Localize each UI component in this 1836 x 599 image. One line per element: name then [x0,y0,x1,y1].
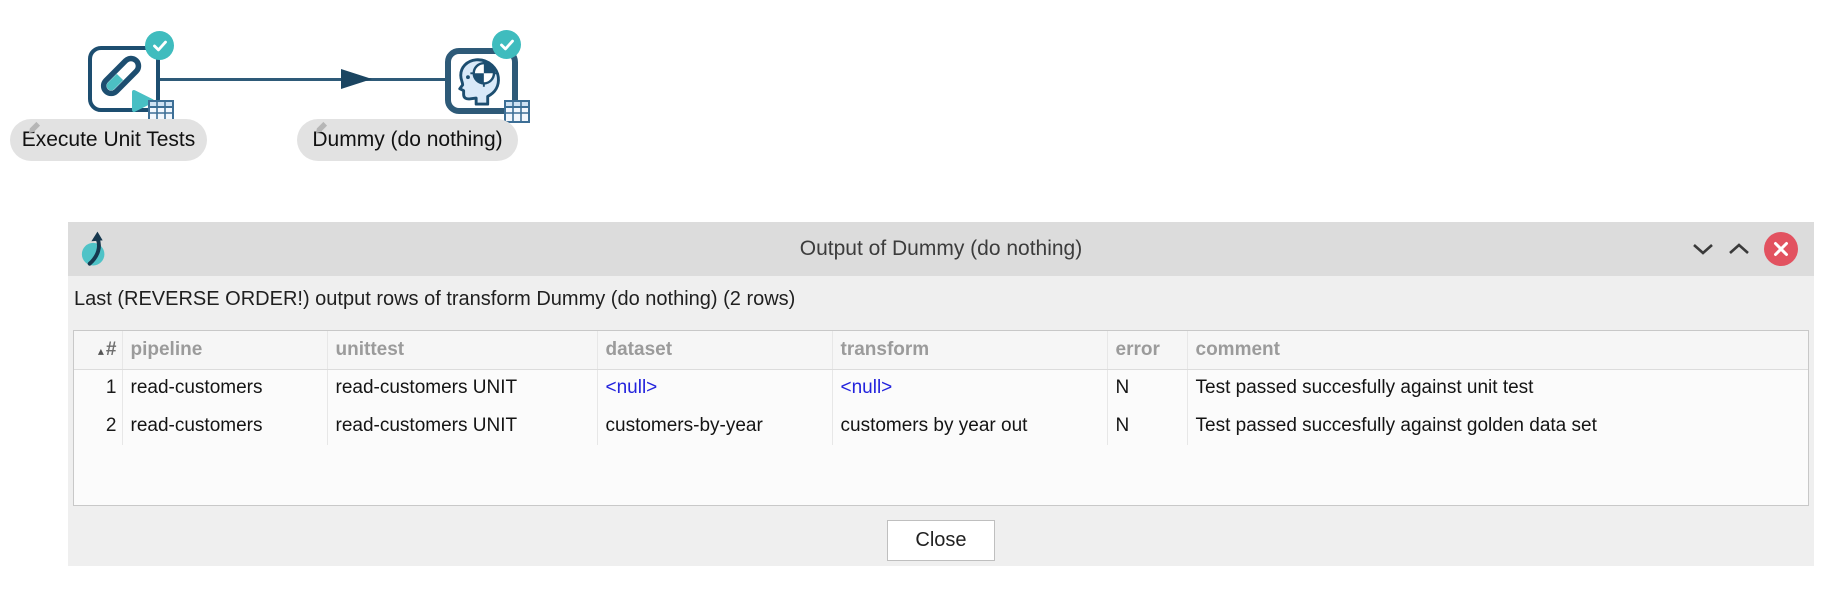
connection-arrow-icon [341,69,372,89]
cell-pipeline: read-customers [122,407,327,445]
dialog-title: Output of Dummy (do nothing) [68,237,1814,261]
column-header-pipeline[interactable]: pipeline [122,331,327,369]
cell-error: N [1107,369,1187,407]
column-header-rownum[interactable]: ▴# [74,331,122,369]
output-dialog: Output of Dummy (do nothing) Last (REVER… [68,222,1814,566]
check-badge-icon [145,31,174,60]
chevron-up-icon[interactable] [1728,242,1750,256]
table-row[interactable]: 2 read-customers read-customers UNIT cus… [74,407,1808,445]
table-row[interactable]: 1 read-customers read-customers UNIT <nu… [74,369,1808,407]
cell-dataset: customers-by-year [597,407,832,445]
column-header-dataset[interactable]: dataset [597,331,832,369]
cell-transform: customers by year out [832,407,1107,445]
output-rows-table: ▴# pipeline unittest dataset transform e… [73,330,1809,506]
close-button[interactable]: Close [887,520,995,561]
column-header-error[interactable]: error [1107,331,1187,369]
cell-unittest: read-customers UNIT [327,369,597,407]
cell-unittest: read-customers UNIT [327,407,597,445]
head-target-icon [453,55,507,107]
cell-comment: Test passed succesfully against unit tes… [1187,369,1808,407]
table-header-row: ▴# pipeline unittest dataset transform e… [74,331,1808,369]
pencil-icon [315,121,328,134]
dialog-subtitle: Last (REVERSE ORDER!) output rows of tra… [74,288,795,311]
cell-transform: <null> [832,369,1107,407]
sort-ascending-icon: ▴ [98,344,104,358]
cell-rownum: 1 [74,369,122,407]
cell-error: N [1107,407,1187,445]
node-label-execute-unit-tests[interactable]: Execute Unit Tests [10,119,207,161]
chevron-down-icon[interactable] [1692,242,1714,256]
connection-line [160,78,447,81]
column-header-unittest[interactable]: unittest [327,331,597,369]
pipeline-canvas: Execute Unit Tests Dummy (do nothing [0,0,1836,185]
node-label-text: Dummy (do nothing) [312,128,502,152]
dialog-titlebar[interactable]: Output of Dummy (do nothing) [68,222,1814,276]
check-badge-icon [492,30,521,59]
hop-logo-icon [81,230,107,268]
close-x-icon[interactable] [1764,232,1798,266]
column-header-transform[interactable]: transform [832,331,1107,369]
cell-dataset: <null> [597,369,832,407]
node-label-text: Execute Unit Tests [22,128,196,152]
cell-comment: Test passed succesfully against golden d… [1187,407,1808,445]
cell-rownum: 2 [74,407,122,445]
data-grid-icon[interactable] [504,100,530,123]
cell-pipeline: read-customers [122,369,327,407]
column-header-comment[interactable]: comment [1187,331,1808,369]
node-label-dummy[interactable]: Dummy (do nothing) [297,119,518,161]
pencil-icon [28,121,41,134]
